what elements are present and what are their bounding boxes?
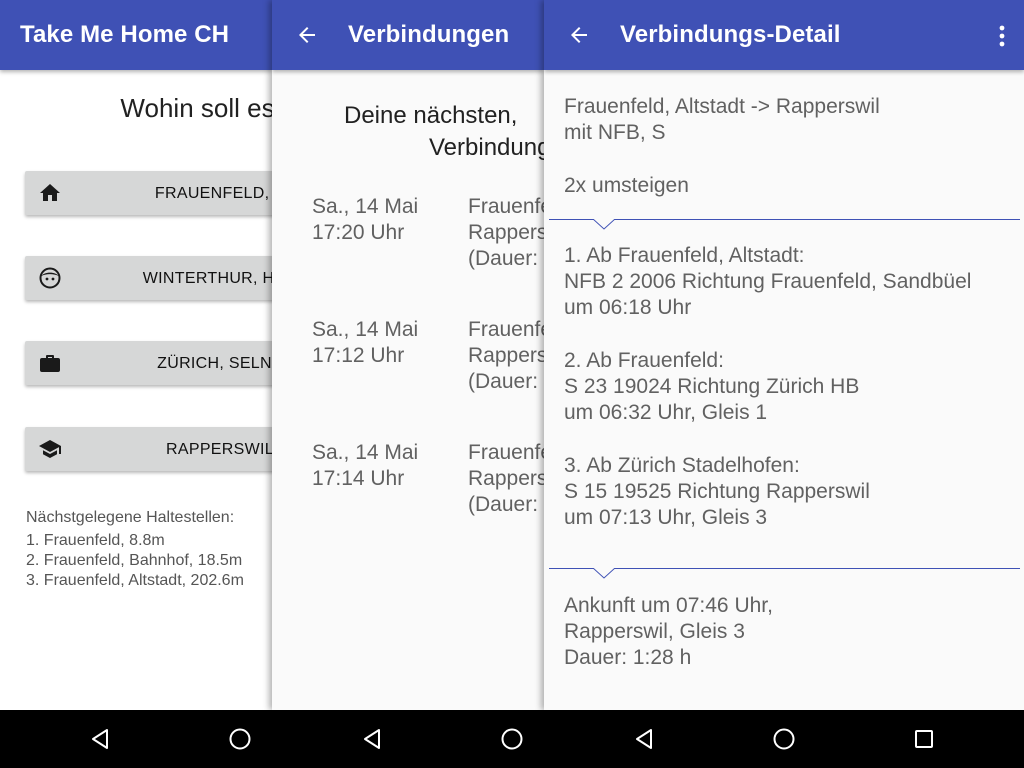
nearby-stop-item: 3. Frauenfeld, Altstadt, 202.6m bbox=[26, 572, 244, 589]
briefcase-icon bbox=[40, 355, 60, 372]
destination-label: RAPPERSWIL bbox=[166, 441, 272, 458]
detail-app-bar: Verbindungs-Detail bbox=[544, 0, 1024, 70]
back-arrow-icon[interactable] bbox=[565, 21, 593, 49]
nav-home-icon[interactable] bbox=[770, 725, 798, 753]
connection-time: 17:20 Uhr bbox=[312, 221, 405, 244]
back-arrow-icon[interactable] bbox=[293, 21, 321, 49]
leg-item: 2. Ab Frauenfeld: S 23 19024 Richtung Zü… bbox=[564, 348, 859, 426]
home-app-bar: Take Me Home CH bbox=[0, 0, 272, 70]
leg-departure: 1. Ab Frauenfeld, Altstadt: bbox=[564, 244, 805, 267]
screen-title: Verbindungen bbox=[348, 21, 510, 48]
school-icon bbox=[39, 440, 61, 458]
more-options-icon[interactable] bbox=[994, 22, 1010, 50]
leg-item: 3. Ab Zürich Stadelhofen: S 15 19525 Ric… bbox=[564, 453, 870, 531]
connection-item[interactable]: Sa., 14 Mai 17:14 Uhr Frauenfeld Rappers… bbox=[312, 440, 544, 540]
section-divider bbox=[549, 219, 1020, 230]
leg-time: um 06:32 Uhr, Gleis 1 bbox=[564, 401, 768, 424]
connections-app-bar: Verbindungen bbox=[272, 0, 544, 70]
app-title: Take Me Home CH bbox=[20, 21, 230, 48]
connections-screen: Verbindungen Deine nächsten, Verbindunge… bbox=[272, 0, 544, 710]
connection-date: Sa., 14 Mai bbox=[312, 195, 419, 218]
arrival-info: Ankunft um 07:46 Uhr, Rapperswil, Gleis … bbox=[564, 593, 773, 671]
connections-heading-line2: Verbindungen bbox=[429, 134, 544, 161]
connection-duration: (Dauer: bbox=[468, 370, 539, 393]
arrival-time: Ankunft um 07:46 Uhr, bbox=[564, 594, 773, 617]
nav-recents-icon[interactable] bbox=[910, 725, 938, 753]
connection-from: Frauenfeld bbox=[468, 195, 544, 218]
nav-back-icon[interactable] bbox=[358, 725, 386, 753]
nav-back-icon[interactable] bbox=[630, 725, 658, 753]
home-icon bbox=[40, 184, 60, 201]
connection-duration: (Dauer: bbox=[468, 493, 539, 516]
connection-to: Rapperswil bbox=[468, 344, 544, 367]
route-summary: Frauenfeld, Altstadt -> Rapperswil mit N… bbox=[564, 94, 880, 146]
home-screen: Take Me Home CH Wohin soll es FRAUENFELD… bbox=[0, 0, 272, 710]
destination-button-rapperswil[interactable]: RAPPERSWIL bbox=[25, 427, 272, 471]
destination-button-zurich[interactable]: ZÜRICH, SELNA bbox=[25, 341, 272, 385]
destination-label: ZÜRICH, SELNA bbox=[157, 355, 272, 372]
connection-duration: (Dauer: bbox=[468, 247, 539, 270]
nearby-stop-item: 1. Frauenfeld, 8.8m bbox=[26, 532, 165, 549]
leg-time: um 06:18 Uhr bbox=[564, 296, 692, 319]
connection-item[interactable]: Sa., 14 Mai 17:20 Uhr Frauenfeld Rappers… bbox=[312, 194, 544, 294]
destination-button-frauenfeld[interactable]: FRAUENFELD, S bbox=[25, 171, 272, 215]
screen-title: Verbindungs-Detail bbox=[620, 21, 841, 48]
leg-line: S 15 19525 Richtung Rapperswil bbox=[564, 480, 870, 503]
connection-item[interactable]: Sa., 14 Mai 17:12 Uhr Frauenfeld Rappers… bbox=[312, 317, 544, 417]
destination-label: FRAUENFELD, S bbox=[154, 185, 272, 202]
connection-detail-screen: Verbindungs-Detail Frauenfeld, Altstadt … bbox=[544, 0, 1024, 710]
leg-item: 1. Ab Frauenfeld, Altstadt: NFB 2 2006 R… bbox=[564, 243, 971, 321]
connections-heading-line1: Deine nächsten, bbox=[344, 102, 518, 129]
trip-duration: Dauer: 1:28 h bbox=[564, 646, 692, 669]
connection-to: Rapperswil bbox=[468, 467, 544, 490]
connection-date: Sa., 14 Mai bbox=[312, 318, 419, 341]
operator-text: mit NFB, S bbox=[564, 121, 666, 144]
face-icon bbox=[39, 267, 61, 289]
leg-line: S 23 19024 Richtung Zürich HB bbox=[564, 375, 860, 398]
nav-back-icon[interactable] bbox=[86, 725, 114, 753]
nav-home-icon[interactable] bbox=[498, 725, 526, 753]
connection-time: 17:12 Uhr bbox=[312, 344, 405, 367]
section-divider bbox=[549, 568, 1020, 579]
destination-button-winterthur[interactable]: WINTERTHUR, HAU bbox=[25, 256, 272, 300]
nearby-stop-item: 2. Frauenfeld, Bahnhof, 18.5m bbox=[26, 552, 243, 569]
destination-label: WINTERTHUR, HAU bbox=[142, 270, 272, 287]
destination-question: Wohin soll es bbox=[120, 93, 272, 123]
route-text: Frauenfeld, Altstadt -> Rapperswil bbox=[564, 95, 880, 118]
nearby-stops-title: Nächstgelegene Haltestellen: bbox=[26, 509, 235, 526]
leg-line: NFB 2 2006 Richtung Frauenfeld, Sandbüel bbox=[564, 270, 972, 293]
connection-from: Frauenfeld bbox=[468, 318, 544, 341]
connection-time: 17:14 Uhr bbox=[312, 467, 405, 490]
nav-home-icon[interactable] bbox=[226, 725, 254, 753]
leg-time: um 07:13 Uhr, Gleis 3 bbox=[564, 506, 768, 529]
connection-date: Sa., 14 Mai bbox=[312, 441, 419, 464]
nearby-stops: Nächstgelegene Haltestellen: 1. Frauenfe… bbox=[26, 508, 244, 591]
arrival-platform: Rapperswil, Gleis 3 bbox=[564, 620, 745, 643]
transfers-text: 2x umsteigen bbox=[564, 174, 689, 197]
connections-heading: Deine nächsten, Verbindungen bbox=[272, 100, 544, 164]
connection-from: Frauenfeld bbox=[468, 441, 544, 464]
system-nav-bar bbox=[0, 710, 1024, 768]
leg-departure: 2. Ab Frauenfeld: bbox=[564, 349, 724, 372]
leg-departure: 3. Ab Zürich Stadelhofen: bbox=[564, 454, 800, 477]
connection-to: Rapperswil bbox=[468, 221, 544, 244]
